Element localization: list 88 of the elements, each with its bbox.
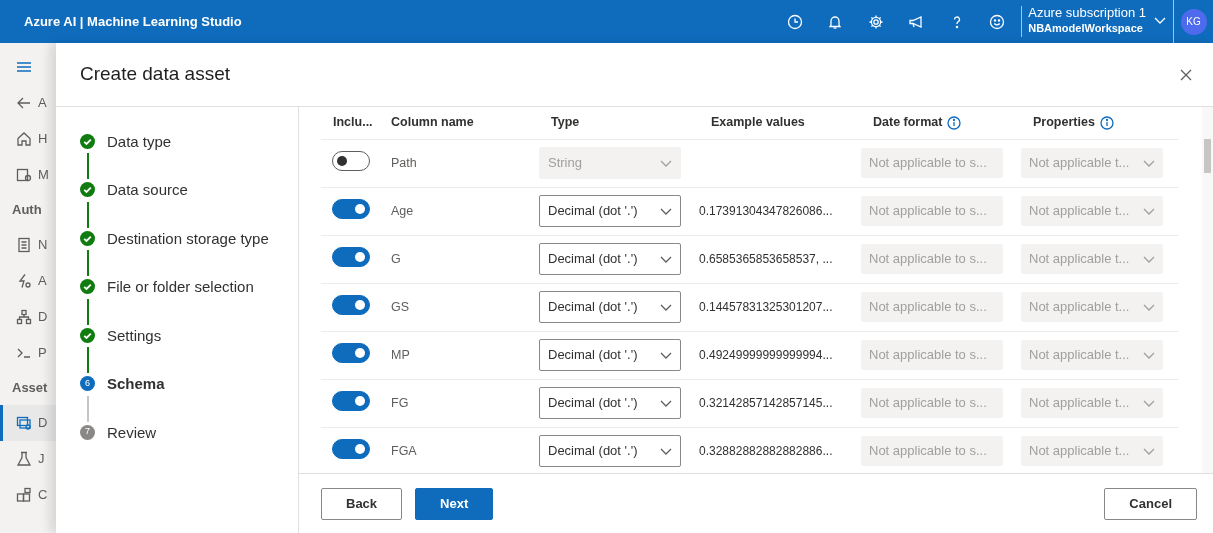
megaphone-icon	[908, 13, 925, 30]
data-icon	[16, 415, 32, 431]
nav-item[interactable]: A	[0, 85, 56, 121]
home-icon	[16, 131, 32, 147]
info-icon[interactable]	[1099, 115, 1114, 130]
toggle-switch[interactable]	[332, 150, 370, 171]
back-button[interactable]: Back	[321, 487, 403, 520]
nav-item[interactable]: P	[0, 335, 56, 371]
type-dropdown[interactable]: Decimal (dot '.')	[539, 339, 681, 372]
workspace-name: NBAmodelWorkspace	[1028, 21, 1144, 37]
column-header: Example values	[711, 114, 805, 132]
date-format-field: Not applicable to s...	[861, 436, 1003, 467]
date-format-field: Not applicable to s...	[861, 340, 1003, 371]
example-value: 0.14457831325301207...	[699, 300, 833, 315]
type-dropdown[interactable]: Decimal (dot '.')	[539, 243, 681, 276]
notebook-icon	[16, 237, 32, 253]
nav-item[interactable]: M	[0, 157, 56, 193]
step-number: 6	[80, 376, 95, 392]
lightning-icon	[16, 273, 32, 289]
book-icon	[16, 167, 32, 183]
next-button[interactable]: Next	[415, 487, 494, 520]
nav-section-heading: Auth	[11, 201, 43, 220]
settings-icon	[867, 13, 884, 30]
smiley-icon	[989, 13, 1006, 30]
toggle-switch[interactable]	[332, 438, 370, 459]
nav-item[interactable]: A	[0, 263, 56, 299]
toggle-switch[interactable]	[332, 342, 370, 363]
column-name: Path	[391, 155, 417, 170]
subscription-name: Azure subscription 1	[1028, 6, 1146, 21]
menu-icon[interactable]	[16, 60, 32, 74]
close-icon	[1179, 68, 1193, 83]
components-icon	[16, 487, 32, 503]
nav-item[interactable]: H	[0, 121, 56, 157]
back-arrow-icon	[16, 95, 32, 111]
type-dropdown: String	[539, 147, 681, 180]
nav-section-heading: Asset	[11, 379, 49, 398]
step-label[interactable]: Data source	[107, 179, 188, 202]
scrollbar[interactable]	[1202, 106, 1213, 474]
column-header: Properties	[1033, 114, 1095, 132]
date-format-field: Not applicable to s...	[861, 244, 1003, 275]
user-avatar[interactable]: KG	[1180, 8, 1207, 35]
column-name: FGA	[391, 443, 417, 458]
column-header: Column name	[391, 114, 474, 132]
toggle-switch[interactable]	[332, 198, 370, 219]
date-format-field: Not applicable to s...	[861, 196, 1003, 227]
column-name: GS	[391, 299, 410, 314]
example-value: 0.17391304347826086...	[699, 204, 833, 219]
date-format-field: Not applicable to s...	[861, 388, 1003, 419]
type-dropdown[interactable]: Decimal (dot '.')	[539, 195, 681, 228]
step-label[interactable]: Review	[107, 421, 157, 445]
column-header: Date format	[873, 114, 943, 132]
example-value: 0.6585365853658537, ...	[699, 252, 833, 267]
column-name: Age	[391, 203, 414, 218]
dialog-title: Create data asset	[80, 62, 230, 87]
type-dropdown[interactable]: Decimal (dot '.')	[539, 387, 681, 420]
step-label[interactable]: Settings	[107, 324, 162, 348]
step-label[interactable]: Data type	[107, 130, 172, 154]
flask-icon	[16, 451, 32, 467]
toggle-switch[interactable]	[332, 294, 370, 315]
nav-item[interactable]: C	[0, 477, 56, 513]
nav-item[interactable]: N	[0, 227, 56, 263]
bell-icon	[827, 13, 844, 30]
nav-item[interactable]: J	[0, 441, 56, 477]
column-header: Type	[551, 114, 580, 132]
type-dropdown[interactable]: Decimal (dot '.')	[539, 435, 681, 468]
step-label[interactable]: File or folder selection	[107, 276, 254, 299]
date-format-field: Not applicable to s...	[861, 292, 1003, 323]
column-header: Inclu...	[333, 114, 373, 132]
nav-item[interactable]: D	[0, 405, 56, 441]
nav-item[interactable]: D	[0, 299, 56, 335]
app-title: Azure AI | Machine Learning Studio	[24, 12, 242, 31]
cancel-button[interactable]: Cancel	[1104, 487, 1197, 520]
info-icon[interactable]	[947, 115, 962, 130]
date-format-field: Not applicable to s...	[861, 148, 1003, 179]
hierarchy-icon	[16, 309, 32, 325]
example-value: 0.32882882882882886...	[699, 444, 833, 459]
step-label[interactable]: Destination storage type	[107, 227, 269, 251]
column-name: MP	[391, 347, 410, 362]
toggle-switch[interactable]	[332, 246, 370, 267]
type-dropdown[interactable]: Decimal (dot '.')	[539, 291, 681, 324]
example-value: 0.49249999999999994...	[699, 348, 833, 363]
example-value: 0.32142857142857145...	[699, 396, 833, 411]
clock-icon	[786, 13, 803, 30]
column-name: FG	[391, 395, 409, 410]
step-number: 7	[80, 424, 95, 440]
step-label[interactable]: Schema	[107, 373, 165, 396]
toggle-switch[interactable]	[332, 390, 370, 411]
column-name: G	[391, 251, 401, 266]
